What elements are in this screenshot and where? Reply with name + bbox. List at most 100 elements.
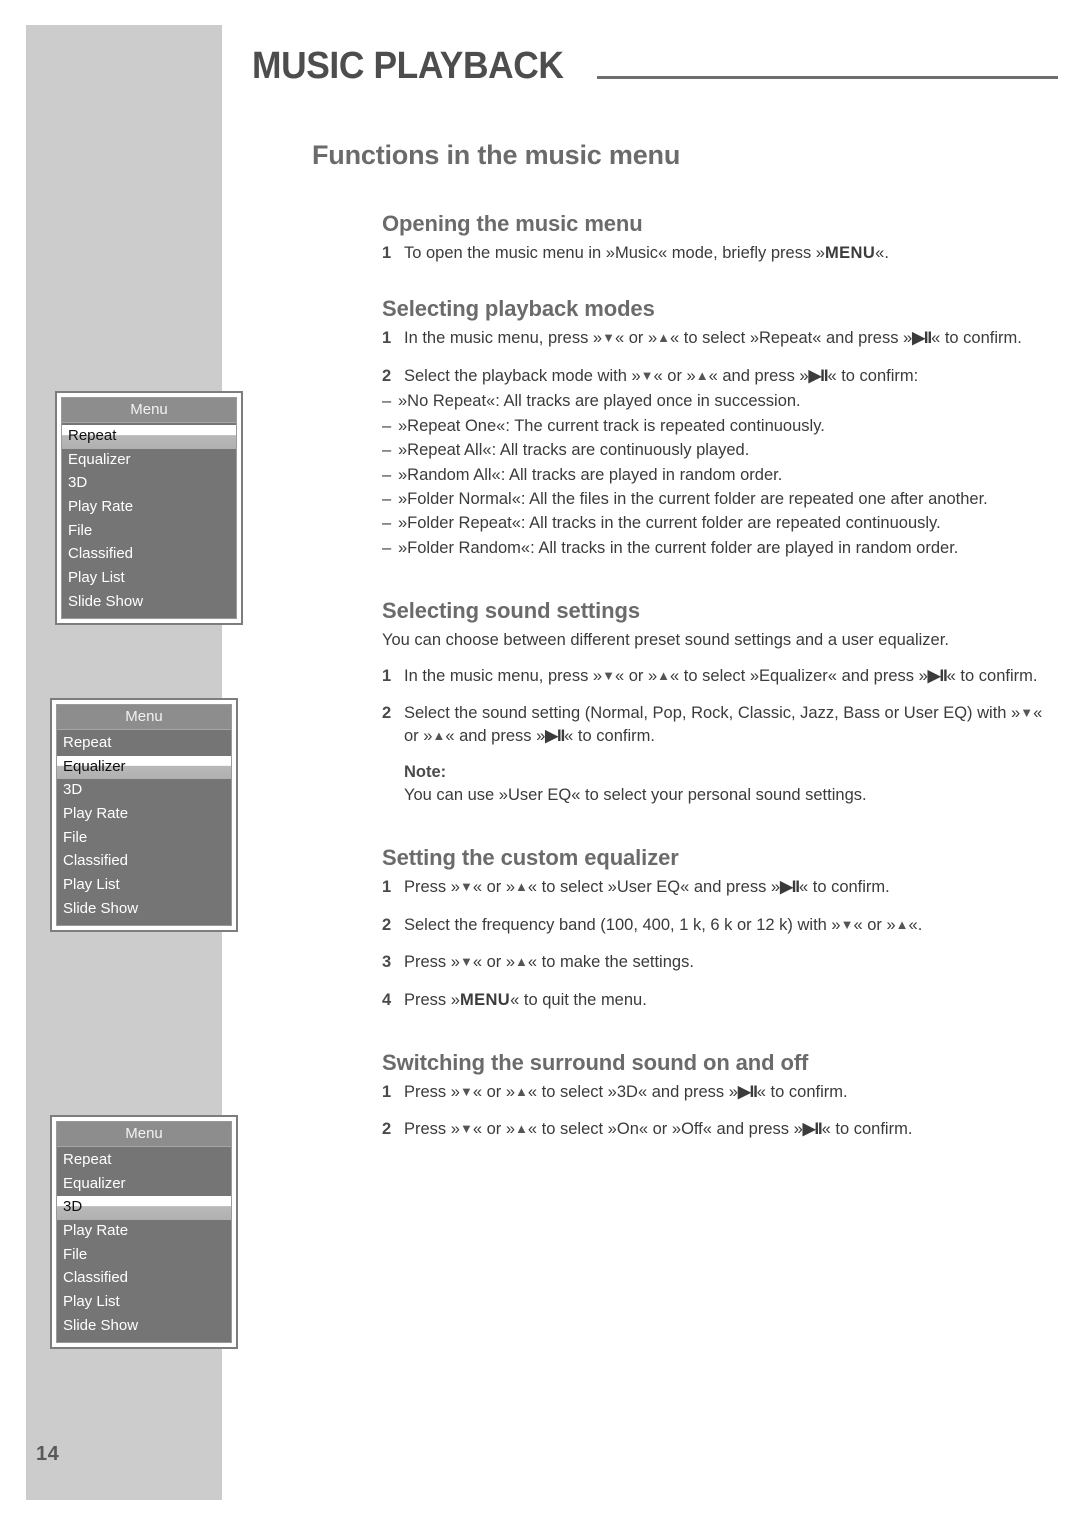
section-heading: Setting the custom equalizer — [382, 845, 679, 871]
menu-item-play-list[interactable]: Play List — [57, 1291, 231, 1315]
device-menu-screenshot-equalizer: Menu Repeat Equalizer 3D Play Rate File … — [50, 698, 238, 932]
dash-bullet: – — [382, 514, 392, 533]
menu-title-bar: Menu — [62, 398, 236, 423]
note-label: Note: — [404, 762, 447, 781]
step-number: 2 — [382, 1120, 392, 1139]
dash-bullet: – — [382, 465, 392, 484]
menu-item-list: Repeat Equalizer 3D Play Rate File Class… — [62, 423, 236, 618]
menu-item-classified[interactable]: Classified — [62, 543, 236, 567]
menu-item-play-list[interactable]: Play List — [62, 567, 236, 591]
step-item: 1 Press »▼« or »▲« to select »User EQ« a… — [382, 876, 1058, 899]
dash-bullet: – — [382, 392, 392, 411]
list-item: – »No Repeat«: All tracks are played once… — [382, 390, 1058, 413]
menu-item-repeat[interactable]: Repeat — [62, 425, 236, 449]
list-item: – »Folder Repeat«: All tracks in the curr… — [382, 512, 1058, 535]
section-switching-the-surround-sound: Switching the surround sound on and off … — [382, 1050, 1058, 1142]
menu-item-equalizer[interactable]: Equalizer — [62, 449, 236, 473]
menu-item-file[interactable]: File — [57, 1244, 231, 1268]
step-item: 3 Press »▼« or »▲« to make the settings. — [382, 951, 1058, 974]
step-item: 1 In the music menu, press »▼« or »▲« to… — [382, 327, 1058, 350]
menu-inner-frame: Menu Repeat Equalizer 3D Play Rate File … — [56, 1121, 232, 1343]
step-text: Press »▼« or »▲« to select »3D« and pres… — [404, 1083, 848, 1102]
chapter-title: MUSIC PLAYBACK — [252, 45, 564, 87]
playback-mode-list: – »No Repeat«: All tracks are played once… — [382, 390, 1058, 560]
list-item: – »Folder Normal«: All the files in the c… — [382, 488, 1058, 511]
list-item: – »Repeat One«: The current track is repe… — [382, 415, 1058, 438]
menu-item-file[interactable]: File — [57, 827, 231, 851]
section-setting-the-custom-equalizer: Setting the custom equalizer 1 Press »▼«… — [382, 845, 1058, 1012]
page-number: 14 — [36, 1443, 60, 1465]
section-selecting-playback-modes: Selecting playback modes 1 In the music … — [382, 296, 1058, 560]
menu-item-slide-show[interactable]: Slide Show — [62, 591, 236, 615]
device-menu-screenshot-repeat: Menu Repeat Equalizer 3D Play Rate File … — [55, 391, 243, 625]
menu-item-equalizer[interactable]: Equalizer — [57, 755, 231, 780]
menu-item-classified[interactable]: Classified — [57, 850, 231, 874]
menu-item-list: Repeat Equalizer 3D Play Rate File Class… — [57, 1147, 231, 1342]
list-item: – »Repeat All«: All tracks are continuous… — [382, 439, 1058, 462]
list-item-text: »No Repeat«: All tracks are played once … — [398, 392, 801, 411]
dash-bullet: – — [382, 416, 392, 435]
step-number: 1 — [382, 244, 392, 262]
main-content: Functions in the music menu Opening the … — [312, 140, 1058, 1142]
chapter-header: MUSIC PLAYBACK — [252, 47, 1058, 85]
step-number: 2 — [382, 915, 392, 934]
step-number: 1 — [382, 329, 392, 348]
menu-item-play-rate[interactable]: Play Rate — [62, 496, 236, 520]
step-item: 4 Press »MENU« to quit the menu. — [382, 989, 1058, 1012]
note-text: You can use »User EQ« to select your per… — [404, 785, 867, 804]
section-heading: Switching the surround sound on and off — [382, 1050, 809, 1076]
menu-item-repeat[interactable]: Repeat — [57, 1149, 231, 1173]
note-block: Note: You can use »User EQ« to select yo… — [404, 763, 1058, 807]
step-number: 2 — [382, 366, 392, 385]
section-heading: Selecting playback modes — [382, 296, 655, 322]
step-text: In the music menu, press »▼« or »▲« to s… — [404, 329, 1022, 348]
dash-bullet: – — [382, 441, 392, 460]
menu-inner-frame: Menu Repeat Equalizer 3D Play Rate File … — [61, 397, 237, 619]
step-text: Select the sound setting (Normal, Pop, R… — [404, 704, 1043, 746]
menu-item-slide-show[interactable]: Slide Show — [57, 898, 231, 922]
menu-item-3d[interactable]: 3D — [57, 1196, 231, 1221]
menu-item-play-rate[interactable]: Play Rate — [57, 1220, 231, 1244]
step-number: 1 — [382, 878, 392, 897]
section-heading: Selecting sound settings — [382, 598, 640, 624]
step-item: 1 To open the music menu in »Music« mode… — [382, 242, 1058, 265]
step-text: Press »MENU« to quit the menu. — [404, 990, 647, 1009]
step-item: 1 Press »▼« or »▲« to select »3D« and pr… — [382, 1081, 1058, 1104]
list-item-text: »Random All«: All tracks are played in r… — [398, 465, 783, 484]
dash-bullet: – — [382, 538, 392, 557]
step-item: 1 In the music menu, press »▼« or »▲« to… — [382, 665, 1058, 688]
menu-item-play-rate[interactable]: Play Rate — [57, 803, 231, 827]
section-heading: Opening the music menu — [382, 211, 643, 236]
menu-item-equalizer[interactable]: Equalizer — [57, 1173, 231, 1197]
menu-item-slide-show[interactable]: Slide Show — [57, 1315, 231, 1339]
step-number: 1 — [382, 666, 392, 685]
header-rule — [597, 76, 1058, 79]
step-text: Select the frequency band (100, 400, 1 k… — [404, 915, 923, 934]
step-text: To open the music menu in »Music« mode, … — [404, 244, 889, 262]
menu-title-bar: Menu — [57, 705, 231, 730]
step-item: 2 Select the playback mode with »▼« or »… — [382, 365, 1058, 388]
menu-item-3d[interactable]: 3D — [57, 779, 231, 803]
step-item: 2 Select the sound setting (Normal, Pop,… — [382, 702, 1058, 749]
step-number: 4 — [382, 990, 392, 1009]
step-text: Press »▼« or »▲« to select »User EQ« and… — [404, 878, 890, 897]
section-intro-text: You can choose between different preset … — [382, 631, 949, 650]
step-text: In the music menu, press »▼« or »▲« to s… — [404, 666, 1038, 685]
menu-title-bar: Menu — [57, 1122, 231, 1147]
step-text: Press »▼« or »▲« to make the settings. — [404, 953, 694, 972]
menu-item-repeat[interactable]: Repeat — [57, 732, 231, 756]
page-title: Functions in the music menu — [312, 140, 681, 170]
menu-item-classified[interactable]: Classified — [57, 1267, 231, 1291]
section-opening-the-music-menu: Opening the music menu 1 To open the mus… — [382, 211, 1058, 265]
step-number: 3 — [382, 953, 392, 972]
device-menu-screenshot-3d: Menu Repeat Equalizer 3D Play Rate File … — [50, 1115, 238, 1349]
step-item: 2 Press »▼« or »▲« to select »On« or »Of… — [382, 1118, 1058, 1141]
menu-item-3d[interactable]: 3D — [62, 472, 236, 496]
step-text: Select the playback mode with »▼« or »▲«… — [404, 366, 919, 385]
menu-item-play-list[interactable]: Play List — [57, 874, 231, 898]
menu-inner-frame: Menu Repeat Equalizer 3D Play Rate File … — [56, 704, 232, 926]
menu-item-file[interactable]: File — [62, 520, 236, 544]
step-item: 2 Select the frequency band (100, 400, 1… — [382, 914, 1058, 937]
list-item-text: »Folder Repeat«: All tracks in the curre… — [398, 514, 941, 533]
list-item-text: »Folder Random«: All tracks in the curre… — [398, 538, 959, 557]
